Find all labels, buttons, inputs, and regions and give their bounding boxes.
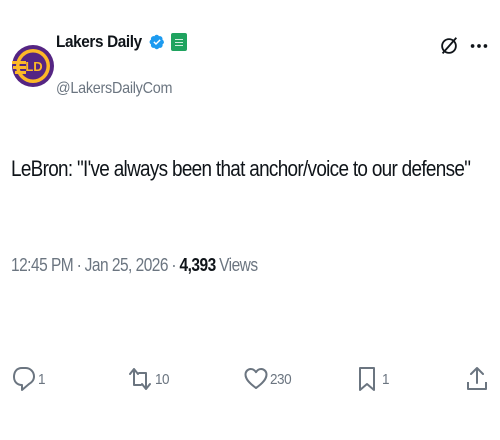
repost-count: 10 xyxy=(155,370,170,388)
repost-icon xyxy=(129,368,151,390)
action-bar: 1 10 230 1 xyxy=(0,365,500,405)
author-name-row: Lakers Daily xyxy=(56,32,188,52)
grok-icon[interactable] xyxy=(438,35,460,57)
verified-badge-icon[interactable] xyxy=(149,34,165,50)
tweet-meta: 12:45 PM · Jan 25, 2026 · 4,393 Views xyxy=(11,255,258,276)
bookmark-button[interactable]: 1 xyxy=(356,365,390,393)
repost-button[interactable]: 10 xyxy=(127,365,171,393)
heart-icon xyxy=(244,368,268,389)
reply-icon xyxy=(13,367,35,391)
reply-button[interactable]: 1 xyxy=(12,365,46,393)
tweet-text: LeBron: "I've always been that anchor/vo… xyxy=(11,156,471,181)
like-count: 230 xyxy=(270,370,292,388)
reply-count: 1 xyxy=(38,370,46,388)
avatar-logo-text: LD xyxy=(25,59,42,74)
author-display-name[interactable]: Lakers Daily xyxy=(56,32,142,52)
more-icon[interactable] xyxy=(468,35,490,57)
share-icon xyxy=(467,367,487,390)
views-label: Views xyxy=(219,255,258,275)
share-button[interactable] xyxy=(465,365,489,393)
bookmark-icon xyxy=(359,367,375,391)
author-handle[interactable]: @LakersDailyCom xyxy=(56,80,172,98)
views-count: 4,393 xyxy=(179,255,217,275)
affiliate-badge-icon[interactable] xyxy=(171,33,188,51)
tweet-card: LD Lakers Daily @LakersDailyCom LeBron: … xyxy=(0,0,500,440)
meta-separator: · xyxy=(76,255,82,275)
tweet-header-actions xyxy=(438,35,490,57)
bookmark-count: 1 xyxy=(382,370,390,388)
meta-separator: · xyxy=(171,255,177,275)
avatar[interactable]: LD xyxy=(11,30,56,102)
like-button[interactable]: 230 xyxy=(244,365,294,393)
tweet-time[interactable]: 12:45 PM xyxy=(11,255,74,276)
tweet-date[interactable]: Jan 25, 2026 xyxy=(85,255,169,276)
